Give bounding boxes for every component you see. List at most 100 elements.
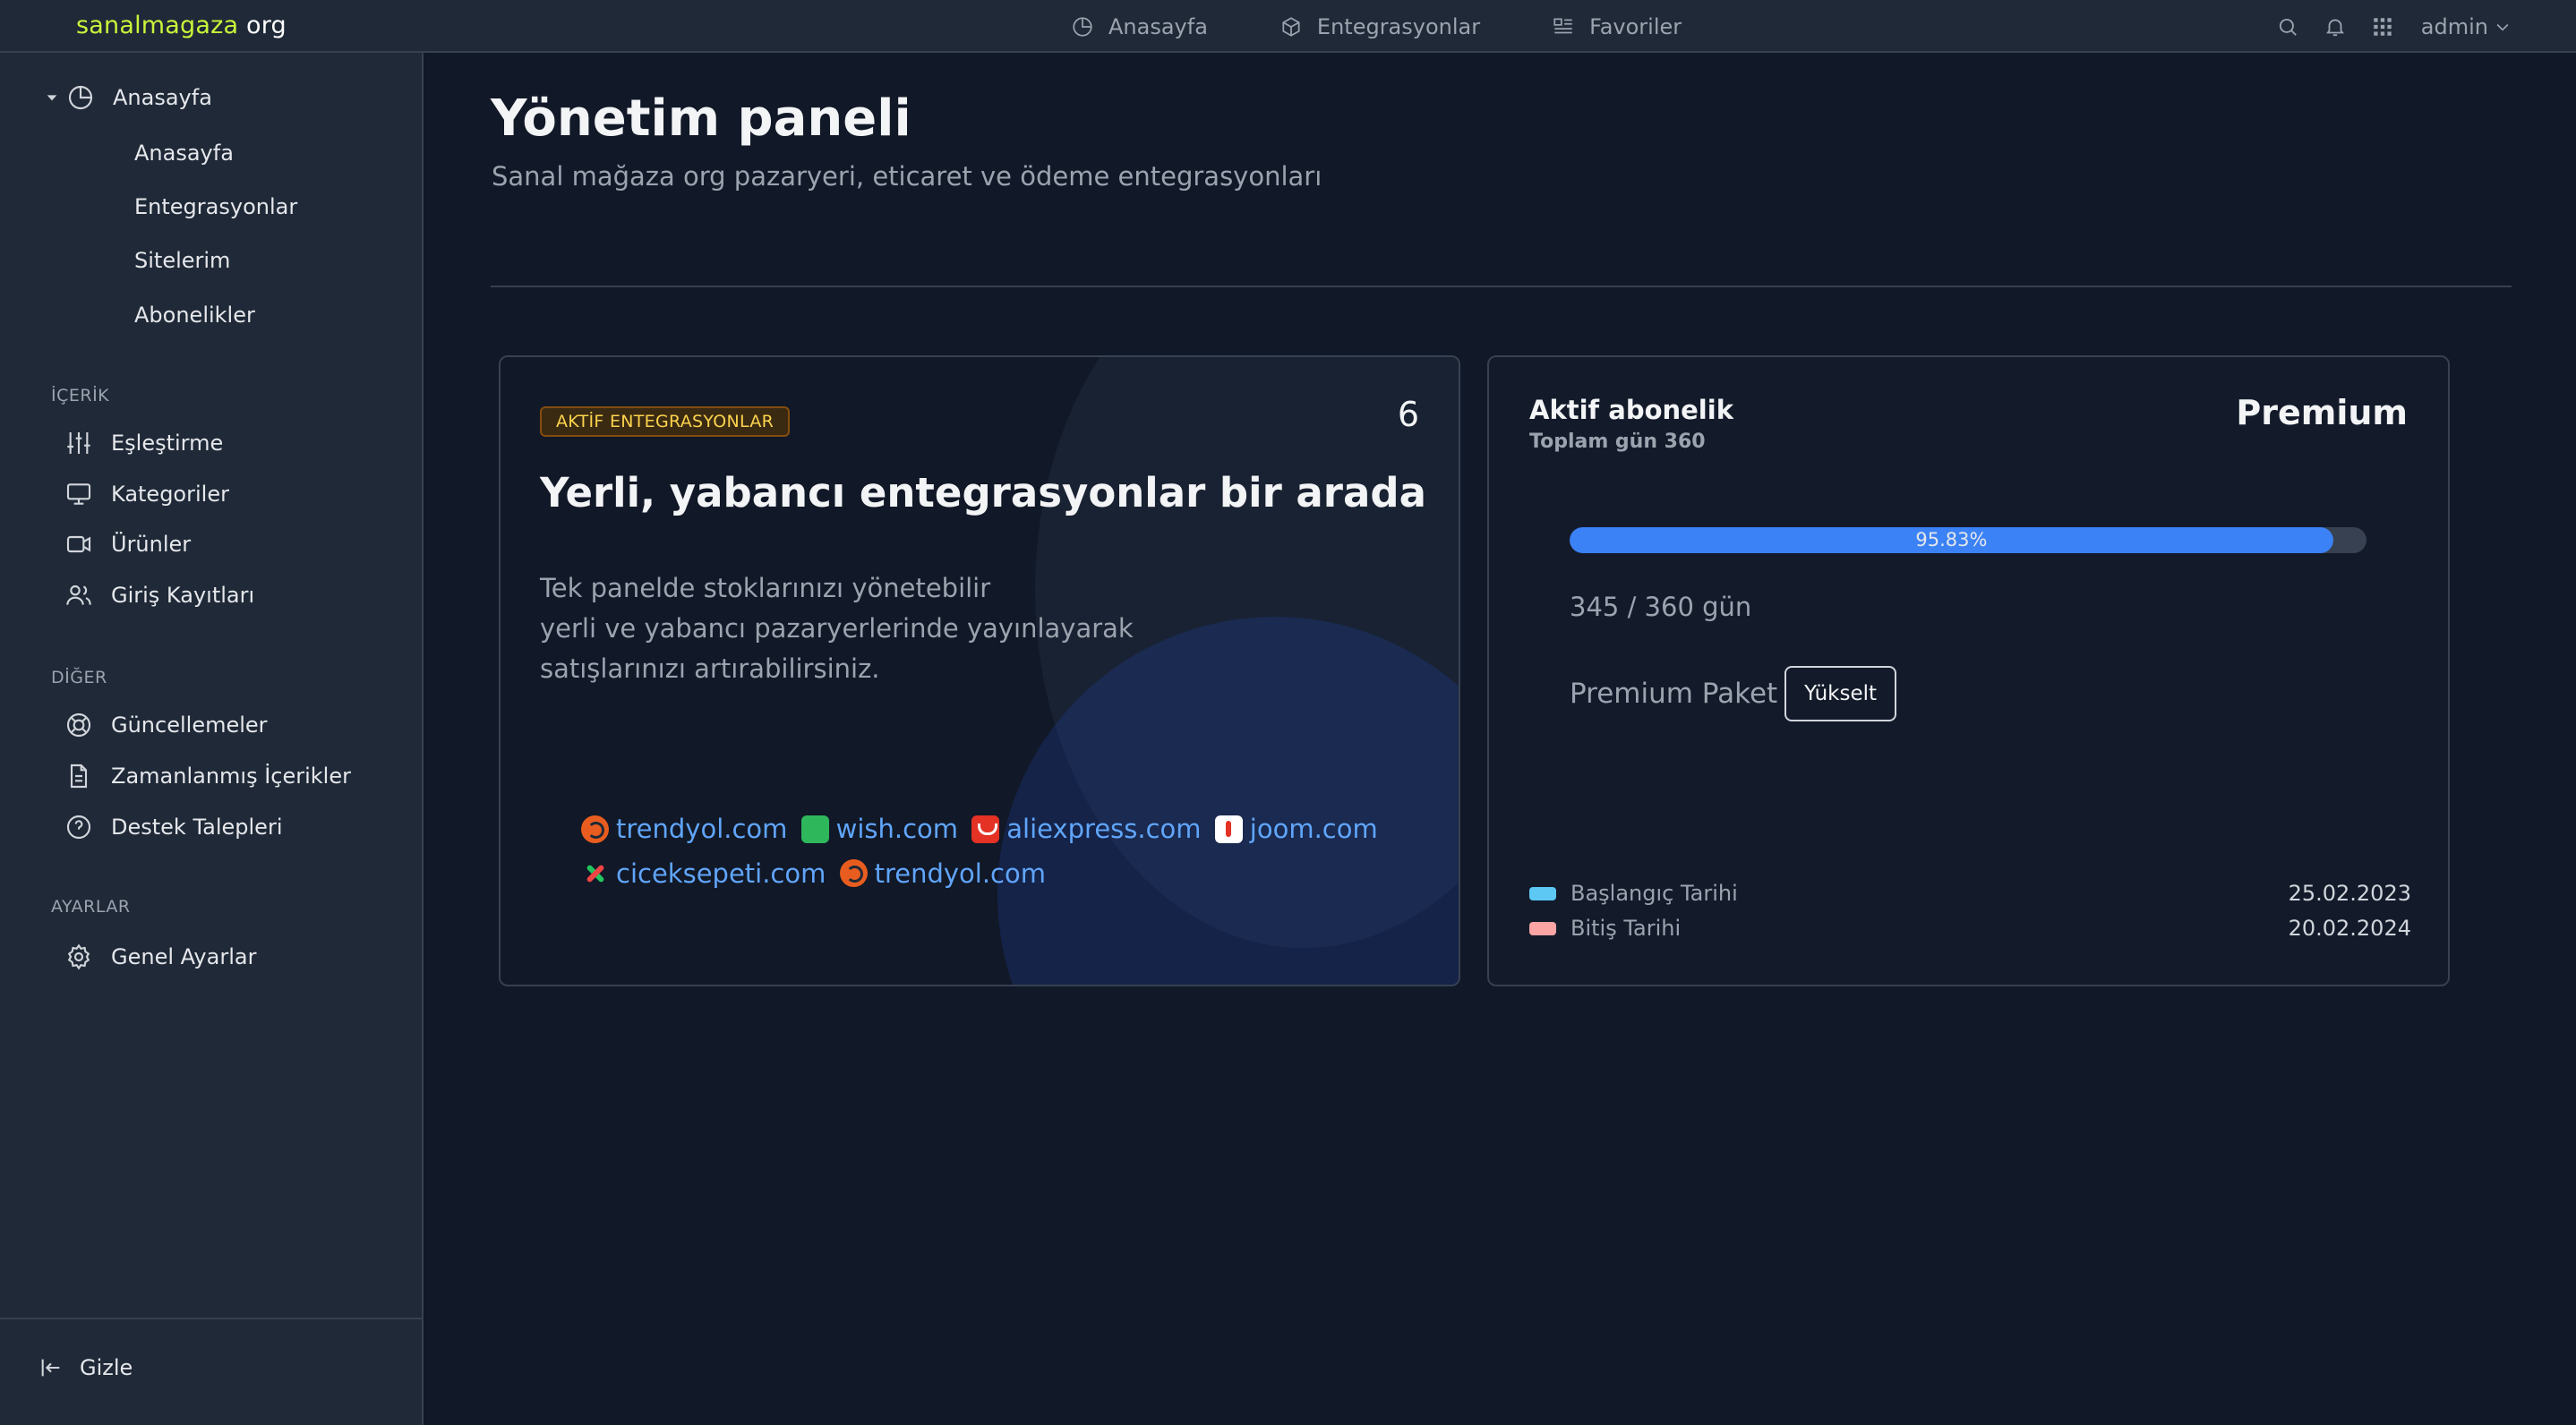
sidebar-item-label: Eşleştirme: [111, 431, 224, 456]
subscription-card: Aktif abonelik Toplam gün 360 Premium 95…: [1487, 355, 2450, 986]
document-icon: [70, 764, 88, 789]
marketplace-name: ciceksepeti.com: [616, 858, 826, 889]
marketplace-list: trendyol.com wish.com aliexpress.com joo…: [581, 809, 1387, 898]
marketplace-link-joom[interactable]: joom.com: [1214, 809, 1378, 849]
list-icon: [1553, 17, 1572, 33]
chevron-down-icon: [2496, 23, 2509, 31]
marketplace-link-trendyol-2[interactable]: trendyol.com: [839, 854, 1046, 893]
subscription-progress-bar: 95.83%: [1570, 527, 2366, 553]
marketplace-link-wish[interactable]: wish.com: [800, 809, 959, 849]
trendyol-logo-icon: [839, 859, 868, 887]
sidebar-item-label: Kategoriler: [111, 482, 229, 507]
topnav-label: Entegrasyonlar: [1316, 13, 1481, 39]
marketplace-name: trendyol.com: [616, 814, 788, 844]
topnav-entegrasyonlar[interactable]: Entegrasyonlar: [1279, 14, 1480, 39]
marketplace-name: wish.com: [835, 814, 959, 844]
sidebar-section-ayarlar: AYARLAR: [51, 897, 131, 917]
topnav-label: Favoriler: [1589, 13, 1682, 39]
description-line: yerli ve yabancı pazaryerlerinde yayınla…: [540, 613, 1134, 644]
grid-icon: [2374, 17, 2392, 36]
sidebar-item-kategoriler[interactable]: Kategoriler: [64, 480, 229, 508]
package-label: Premium Paket: [1570, 678, 1778, 710]
caret-down-icon: [47, 95, 57, 101]
description-line: Tek panelde stoklarınızı yönetebilir: [540, 573, 991, 603]
brand-rest: org: [238, 12, 287, 39]
sidebar-subitem-sitelerim[interactable]: Sitelerim: [134, 248, 230, 273]
sidebar-subitem-abonelikler[interactable]: Abonelikler: [134, 303, 255, 328]
page-subtitle: Sanal mağaza org pazaryeri, eticaret ve …: [492, 161, 1322, 192]
start-date-swatch: [1529, 886, 1556, 900]
start-date-row: Başlangıç Tarihi 25.02.2023: [1529, 881, 2411, 906]
collapse-left-icon: [41, 1359, 60, 1377]
sidebar-item-guncellemeler[interactable]: Güncellemeler: [64, 711, 268, 739]
package-row: Premium Paket Yükselt: [1570, 666, 1897, 721]
integration-count: 6: [1397, 395, 1419, 434]
apps-button[interactable]: [2371, 15, 2394, 38]
marketplace-link-trendyol[interactable]: trendyol.com: [581, 809, 787, 849]
sliders-icon: [67, 432, 90, 454]
cube-icon: [1282, 16, 1300, 37]
topnav-anasayfa[interactable]: Anasayfa: [1071, 14, 1208, 39]
user-menu[interactable]: admin: [2421, 14, 2512, 39]
sidebar-item-label: Anasayfa: [113, 85, 212, 110]
sidebar-group-anasayfa[interactable]: Anasayfa: [45, 83, 212, 112]
start-date-label: Başlangıç Tarihi: [1570, 881, 1738, 906]
pie-chart-icon: [68, 85, 93, 110]
days-used: 345 / 360 gün: [1570, 592, 1752, 622]
end-date-swatch: [1529, 921, 1556, 935]
sidebar-item-zamanlanmis-icerikler[interactable]: Zamanlanmış İçerikler: [64, 762, 351, 790]
description-line: satışlarınızı artırabilirsiniz.: [540, 653, 880, 684]
sidebar-item-giris-kayitlari[interactable]: Giriş Kayıtları: [64, 581, 254, 610]
marketplace-link-aliexpress[interactable]: aliexpress.com: [971, 809, 1202, 849]
sidebar-item-label: Giriş Kayıtları: [111, 583, 255, 608]
video-icon: [66, 535, 91, 553]
sidebar-item-label: Genel Ayarlar: [111, 944, 257, 969]
top-bar: sanalmagaza org Anasayfa Entegrasyonlar …: [0, 0, 2576, 53]
page-title: Yönetim paneli: [491, 90, 911, 148]
status-badge: AKTİF ENTEGRASYONLAR: [540, 406, 791, 437]
sidebar-item-label: Zamanlanmış İçerikler: [111, 764, 351, 789]
user-name: admin: [2420, 13, 2488, 39]
collapse-sidebar-button[interactable]: Gizle: [39, 1355, 133, 1380]
integrations-card: AKTİF ENTEGRASYONLAR 6 Yerli, yabancı en…: [499, 355, 1460, 986]
aliexpress-logo-icon: [971, 815, 1000, 843]
brand-logo[interactable]: sanalmagaza org: [76, 9, 287, 43]
subscription-title: Aktif abonelik: [1529, 395, 1733, 425]
marketplace-name: aliexpress.com: [1006, 814, 1202, 844]
sidebar-item-destek-talepleri[interactable]: Destek Talepleri: [64, 813, 282, 841]
sidebar-item-eslestirme[interactable]: Eşleştirme: [64, 429, 223, 457]
sidebar-item-urunler[interactable]: Ürünler: [64, 530, 191, 559]
divider: [491, 286, 2512, 287]
end-date-label: Bitiş Tarihi: [1570, 916, 1682, 941]
marketplace-link-ciceksepeti[interactable]: ciceksepeti.com: [581, 854, 826, 893]
collapse-label: Gizle: [80, 1355, 133, 1380]
upgrade-button[interactable]: Yükselt: [1784, 666, 1897, 721]
help-circle-icon: [66, 815, 91, 840]
topnav-favoriler[interactable]: Favoriler: [1552, 14, 1682, 39]
users-icon: [66, 585, 91, 605]
sidebar-section-diger: DİĞER: [51, 668, 107, 687]
brand-accent: sanalmagaza: [76, 12, 239, 39]
sidebar-item-label: Destek Talepleri: [111, 815, 283, 840]
card-heading: Yerli, yabancı entegrasyonlar bir arada: [540, 469, 1426, 516]
top-nav: Anasayfa Entegrasyonlar Favoriler: [1071, 0, 1753, 53]
marketplace-name: joom.com: [1249, 814, 1378, 844]
end-date-value: 20.02.2024: [2288, 916, 2411, 941]
sidebar-section-icerik: İÇERİK: [51, 386, 110, 405]
bell-icon: [2325, 19, 2344, 36]
trendyol-logo-icon: [581, 815, 609, 843]
ciceksepeti-logo-icon: [581, 859, 609, 887]
notifications-button[interactable]: [2324, 15, 2347, 38]
top-right-tools: admin: [2252, 0, 2512, 53]
sidebar: Anasayfa Anasayfa Entegrasyonlar Siteler…: [0, 53, 424, 1425]
pie-chart-icon: [1073, 16, 1092, 37]
end-date-row: Bitiş Tarihi 20.02.2024: [1529, 916, 2411, 941]
sidebar-subitem-entegrasyonlar[interactable]: Entegrasyonlar: [134, 194, 297, 219]
joom-logo-icon: [1214, 815, 1243, 843]
topnav-label: Anasayfa: [1108, 13, 1208, 39]
sidebar-item-genel-ayarlar[interactable]: Genel Ayarlar: [64, 943, 256, 971]
sidebar-footer: Gizle: [0, 1318, 422, 1425]
wish-logo-icon: [800, 815, 829, 843]
search-button[interactable]: [2276, 15, 2299, 38]
sidebar-subitem-anasayfa[interactable]: Anasayfa: [134, 141, 234, 166]
